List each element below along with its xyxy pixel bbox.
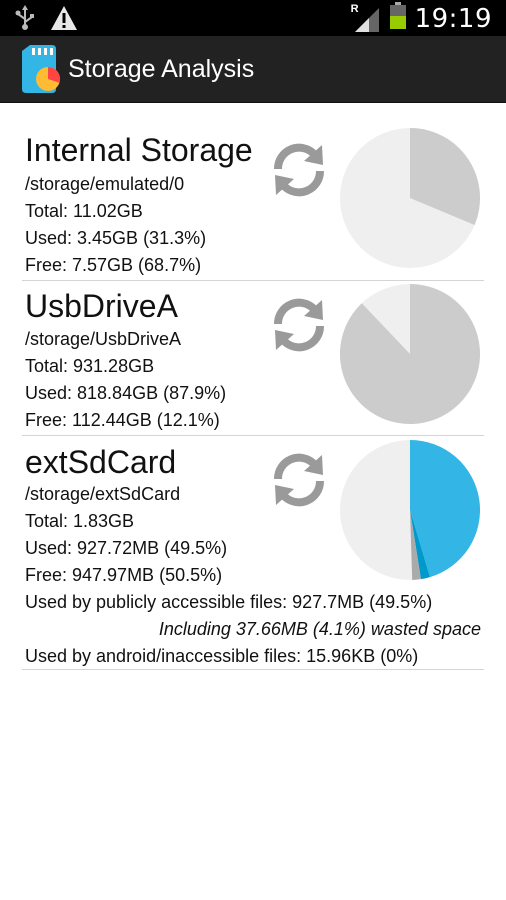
sd-card-pie-icon[interactable]	[20, 45, 60, 93]
wasted-space-note: Including 37.66MB (4.1%) wasted space	[158, 619, 481, 639]
storage-total: Total: 11.02GB	[25, 201, 143, 221]
status-bar: R 19:19	[0, 0, 506, 36]
app-title: Storage Analysis	[68, 55, 255, 83]
usage-pie-chart	[339, 284, 480, 424]
storage-free: Free: 112.44GB (12.1%)	[25, 410, 220, 430]
usage-pie-chart	[340, 128, 481, 268]
action-bar: Storage Analysis	[0, 36, 506, 103]
storage-used: Used: 927.72MB (49.5%)	[25, 538, 228, 558]
battery-icon	[389, 2, 407, 35]
storage-total: Total: 1.83GB	[25, 511, 135, 531]
refresh-icon[interactable]	[268, 294, 330, 356]
storage-name: UsbDriveA	[25, 288, 178, 324]
storage-path: /storage/emulated/0	[25, 174, 185, 194]
storage-used: Used: 818.84GB (87.9%)	[25, 383, 227, 403]
storage-total: Total: 931.28GB	[25, 356, 155, 376]
signal-icon: R	[350, 2, 381, 34]
storage-path: /storage/extSdCard	[25, 484, 181, 504]
usage-pie-chart	[340, 440, 481, 580]
storage-name: extSdCard	[25, 444, 177, 480]
storage-card-internal: Internal Storage /storage/emulated/0 Tot…	[22, 103, 484, 281]
roaming-indicator: R	[350, 2, 359, 15]
storage-card-extsd: extSdCard /storage/extSdCard Total: 1.83…	[22, 435, 484, 670]
usb-icon	[14, 5, 36, 36]
clock: 19:19	[414, 3, 492, 34]
warning-icon	[50, 5, 78, 36]
android-files-usage: Used by android/inaccessible files: 15.9…	[25, 646, 419, 666]
storage-name: Internal Storage	[25, 132, 253, 168]
storage-card-usb: UsbDriveA /storage/UsbDriveA Total: 931.…	[22, 280, 484, 436]
storage-used: Used: 3.45GB (31.3%)	[25, 228, 207, 248]
storage-path: /storage/UsbDriveA	[25, 329, 182, 349]
public-files-usage: Used by publicly accessible files: 927.7…	[25, 592, 433, 612]
refresh-icon[interactable]	[268, 139, 330, 201]
refresh-icon[interactable]	[268, 449, 330, 511]
storage-free: Free: 7.57GB (68.7%)	[25, 255, 202, 275]
storage-free: Free: 947.97MB (50.5%)	[25, 565, 223, 585]
